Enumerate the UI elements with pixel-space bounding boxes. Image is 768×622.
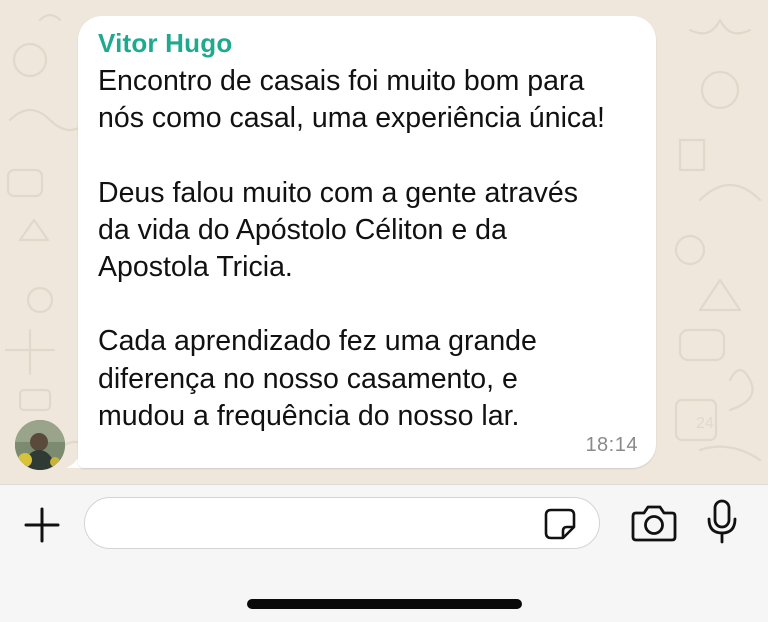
message-input[interactable] [103, 506, 533, 540]
message-time: 18:14 [585, 434, 638, 456]
message-input-field[interactable] [84, 497, 600, 549]
plus-icon [24, 507, 60, 543]
message-text: Encontro de casais foi muito bom para nó… [98, 65, 605, 432]
sticker-button[interactable] [543, 507, 577, 541]
input-bar [0, 484, 768, 622]
microphone-button[interactable] [706, 499, 738, 545]
avatar-image [15, 420, 65, 470]
home-indicator[interactable] [247, 599, 522, 609]
message-bubble[interactable]: Vitor Hugo Encontro de casais foi muito … [78, 16, 656, 468]
camera-icon [631, 505, 677, 542]
sticker-icon [544, 508, 576, 540]
sender-name: Vitor Hugo [98, 28, 233, 58]
chat-area: 24 Vitor Hugo Encontro de casais foi mui… [0, 0, 768, 484]
attach-button[interactable] [22, 505, 62, 545]
camera-button[interactable] [630, 503, 678, 543]
avatar[interactable] [15, 420, 65, 470]
svg-text:24: 24 [696, 415, 714, 432]
microphone-icon [707, 499, 737, 544]
